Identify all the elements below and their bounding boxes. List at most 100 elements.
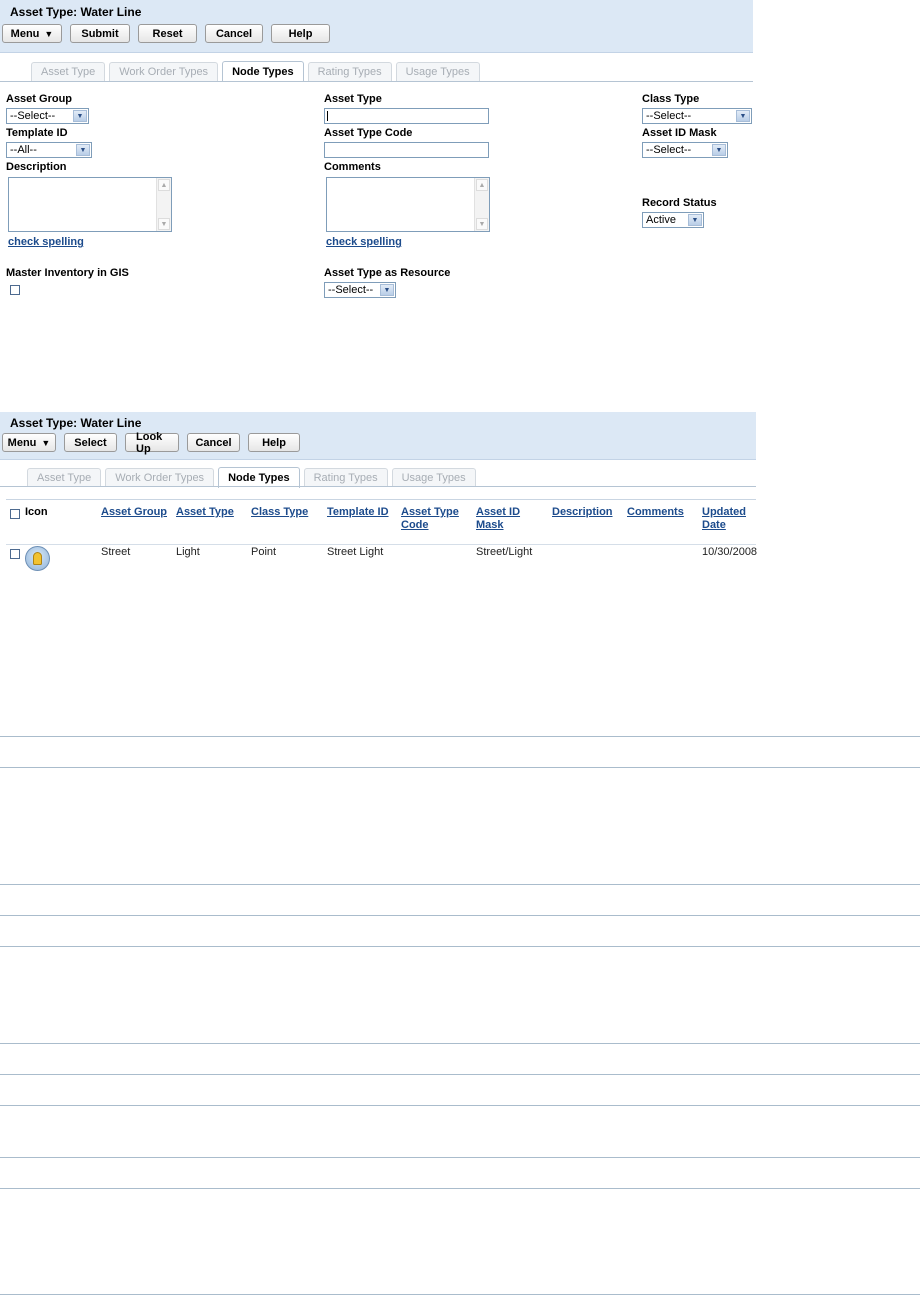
asset-group-select[interactable]: --Select-- ▼ (6, 108, 89, 124)
row-checkbox[interactable] (10, 549, 20, 559)
tab-asset-type[interactable]: Asset Type (31, 62, 106, 81)
rule-line (0, 767, 920, 768)
results-menu-button[interactable]: Menu ▼ (2, 433, 56, 452)
comments-textarea[interactable]: ▲ ▼ (326, 177, 490, 232)
column-asset-type-code[interactable]: Asset Type Code (401, 506, 459, 532)
results-tab-baseline (0, 486, 756, 487)
rule-line (0, 736, 920, 737)
reset-button[interactable]: Reset (138, 24, 197, 43)
tab-work-order-types[interactable]: Work Order Types (109, 62, 219, 81)
results-table-header: Icon Asset Group Asset Type Class Type T… (6, 499, 756, 545)
dropdown-arrow-icon: ▼ (73, 110, 87, 122)
master-inventory-checkbox[interactable] (10, 285, 20, 295)
template-id-label: Template ID (6, 127, 68, 139)
results-tab-asset-type[interactable]: Asset Type (27, 468, 102, 487)
class-type-value: --Select-- (646, 110, 692, 122)
rule-line (0, 1188, 920, 1189)
select-button[interactable]: Select (64, 433, 117, 452)
menu-button[interactable]: Menu ▼ (2, 24, 62, 43)
template-id-value: --All-- (10, 144, 37, 156)
cell-asset-type: Light (176, 546, 200, 558)
column-comments[interactable]: Comments (627, 506, 684, 519)
comments-label: Comments (324, 161, 381, 173)
asset-type-resource-select[interactable]: --Select-- ▼ (324, 282, 396, 298)
cell-class-type: Point (251, 546, 277, 558)
asset-type-code-label: Asset Type Code (324, 127, 413, 139)
menu-caret-icon: ▼ (44, 28, 54, 39)
help-button[interactable]: Help (271, 24, 330, 43)
scroll-down-icon[interactable]: ▼ (158, 218, 170, 230)
asset-group-value: --Select-- (10, 110, 56, 122)
rule-line (0, 1157, 920, 1158)
results-toolbar: Menu ▼ Select Look Up Cancel Help (0, 430, 756, 455)
column-description[interactable]: Description (552, 506, 613, 519)
cell-asset-id-mask: Street/Light (476, 546, 533, 558)
results-header: Asset Type: Water Line Menu ▼ Select Loo… (0, 412, 756, 460)
tab-node-types[interactable]: Node Types (222, 61, 304, 82)
rule-line (0, 1294, 920, 1295)
asset-id-mask-select[interactable]: --Select-- ▼ (642, 142, 728, 158)
column-asset-type[interactable]: Asset Type (176, 506, 234, 519)
asset-type-resource-label: Asset Type as Resource (324, 267, 451, 279)
record-status-select[interactable]: Active ▼ (642, 212, 704, 228)
submit-button[interactable]: Submit (70, 24, 130, 43)
cell-updated-date: 10/30/2008 (702, 546, 758, 558)
column-asset-id-mask[interactable]: Asset ID Mask (476, 506, 520, 532)
rule-line (0, 1105, 920, 1106)
scroll-up-icon[interactable]: ▲ (158, 179, 170, 191)
results-help-button[interactable]: Help (248, 433, 300, 452)
dropdown-arrow-icon: ▼ (380, 284, 394, 296)
form-title: Asset Type: Water Line (10, 5, 142, 19)
results-tab-node-types[interactable]: Node Types (218, 467, 300, 488)
master-inventory-label: Master Inventory in GIS (6, 267, 129, 279)
results-tabs: Asset Type Work Order Types Node Types R… (27, 467, 476, 488)
comments-check-spelling-link[interactable]: check spelling (326, 236, 402, 248)
description-scrollbar[interactable]: ▲ ▼ (156, 178, 171, 231)
form-tabs: Asset Type Work Order Types Node Types R… (31, 61, 480, 82)
description-label: Description (6, 161, 67, 173)
column-asset-id-mask-line1: Asset ID (476, 506, 521, 518)
column-asset-group[interactable]: Asset Group (101, 506, 167, 519)
comments-scrollbar[interactable]: ▲ ▼ (474, 178, 489, 231)
column-class-type[interactable]: Class Type (251, 506, 308, 519)
scroll-down-icon[interactable]: ▼ (476, 218, 488, 230)
dropdown-arrow-icon: ▼ (712, 144, 726, 156)
column-updated-date-line2: Date (702, 519, 726, 531)
asset-type-resource-value: --Select-- (328, 284, 374, 296)
rule-line (0, 915, 920, 916)
form-panel: Asset Type: Water Line Menu ▼ Submit Res… (0, 0, 753, 53)
asset-type-input[interactable] (324, 108, 489, 124)
results-cancel-button[interactable]: Cancel (187, 433, 240, 452)
text-cursor (327, 111, 328, 121)
select-all-checkbox[interactable] (10, 509, 20, 519)
results-tab-work-order-types[interactable]: Work Order Types (105, 468, 215, 487)
tab-usage-types[interactable]: Usage Types (395, 62, 480, 81)
table-row[interactable]: Street Light Point Street Light Street/L… (6, 545, 758, 575)
column-template-id[interactable]: Template ID (327, 506, 389, 519)
asset-type-code-input[interactable] (324, 142, 489, 158)
tab-rating-types[interactable]: Rating Types (307, 62, 392, 81)
description-textarea[interactable]: ▲ ▼ (8, 177, 172, 232)
description-check-spelling-link[interactable]: check spelling (8, 236, 84, 248)
cell-asset-group: Street (101, 546, 131, 558)
form-header: Asset Type: Water Line Menu ▼ Submit Res… (0, 0, 753, 53)
cancel-button[interactable]: Cancel (205, 24, 263, 43)
dropdown-arrow-icon: ▼ (76, 144, 90, 156)
column-asset-type-code-line1: Asset Type (401, 506, 459, 518)
column-updated-date-line1: Updated (702, 506, 746, 518)
light-bulb-icon (25, 546, 50, 571)
column-updated-date[interactable]: Updated Date (702, 506, 746, 532)
form-toolbar: Menu ▼ Submit Reset Cancel Help (0, 20, 753, 43)
dropdown-arrow-icon: ▼ (736, 110, 750, 122)
scroll-up-icon[interactable]: ▲ (476, 179, 488, 191)
menu-button-label: Menu (10, 27, 40, 40)
class-type-label: Class Type (642, 93, 700, 105)
lookup-button[interactable]: Look Up (125, 431, 179, 455)
asset-group-label: Asset Group (6, 93, 73, 105)
results-tab-usage-types[interactable]: Usage Types (391, 468, 476, 487)
class-type-select[interactable]: --Select-- ▼ (642, 108, 752, 124)
results-tab-rating-types[interactable]: Rating Types (303, 468, 388, 487)
record-status-value: Active (646, 214, 676, 226)
asset-type-label: Asset Type (324, 93, 382, 105)
template-id-select[interactable]: --All-- ▼ (6, 142, 92, 158)
